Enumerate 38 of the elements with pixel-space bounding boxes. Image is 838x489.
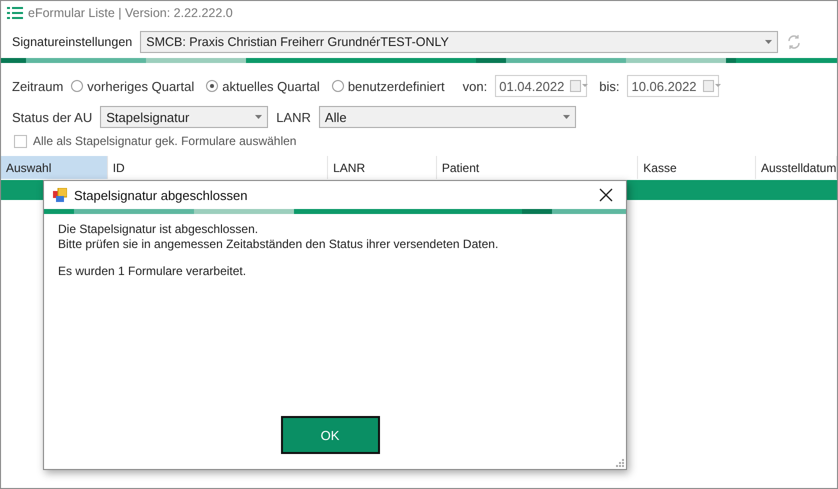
resize-grip-icon[interactable]: [616, 459, 624, 467]
message-text: Die Stapelsignatur ist abgeschlossen.: [58, 222, 260, 236]
dropdown[interactable]: Stapelsignatur: [100, 106, 268, 128]
ok-button[interactable]: OK: [280, 416, 380, 454]
column-header[interactable]: Patient: [436, 156, 638, 179]
caret-icon: [562, 115, 570, 119]
dropdown[interactable]: SMCB: Praxis Christian Freiherr GrundnérTEST-ONLY: [140, 31, 778, 53]
date-field[interactable]: 10.06.2022: [627, 75, 720, 97]
caret-icon: [255, 115, 262, 119]
radio-button[interactable]: vorheriges Quartal: [71, 78, 194, 94]
column-header[interactable]: Ausstelldatum: [756, 156, 837, 179]
checkbox[interactable]: [14, 134, 27, 148]
dropdown[interactable]: Alle: [318, 106, 576, 128]
column-header[interactable]: ID: [108, 156, 328, 179]
calendar-icon[interactable]: [702, 80, 721, 92]
field-label: Signatureinstellungen: [12, 35, 132, 49]
checkbox-label: Alle als Stapelsignatur gek. Formulare auswählen: [33, 134, 296, 148]
date-field[interactable]: 01.04.2022: [495, 75, 588, 97]
app-icon: [53, 188, 67, 202]
column-header[interactable]: LANR: [328, 156, 437, 179]
field-label: LANR: [276, 110, 311, 124]
dialog-title: Stapelsignatur abgeschlossen: [74, 188, 248, 202]
refresh-icon[interactable]: [786, 34, 802, 50]
field-label: Status der AU: [12, 110, 92, 124]
column-header[interactable]: Kasse: [638, 156, 756, 179]
radio-button[interactable]: benutzerdefiniert: [332, 78, 445, 94]
caret-icon: [765, 40, 772, 44]
field-label: bis:: [599, 78, 620, 94]
field-label: von:: [462, 78, 488, 94]
radio-button[interactable]: aktuelles Quartal: [206, 78, 320, 94]
message-text: Bitte prüfen sie in angemessen Zeitabständen den Status ihrer versendeten Daten.: [58, 237, 500, 251]
field-label: Zeitraum: [12, 78, 64, 94]
calendar-icon[interactable]: [570, 80, 588, 92]
window-title: eFormular Liste | Version: 2.22.222.0: [28, 6, 233, 20]
menu-icon[interactable]: [7, 6, 23, 20]
message-text: Es wurden 1 Formulare verarbeitet.: [58, 264, 248, 278]
close-icon[interactable]: [599, 188, 613, 202]
column-header[interactable]: Auswahl: [1, 156, 108, 179]
